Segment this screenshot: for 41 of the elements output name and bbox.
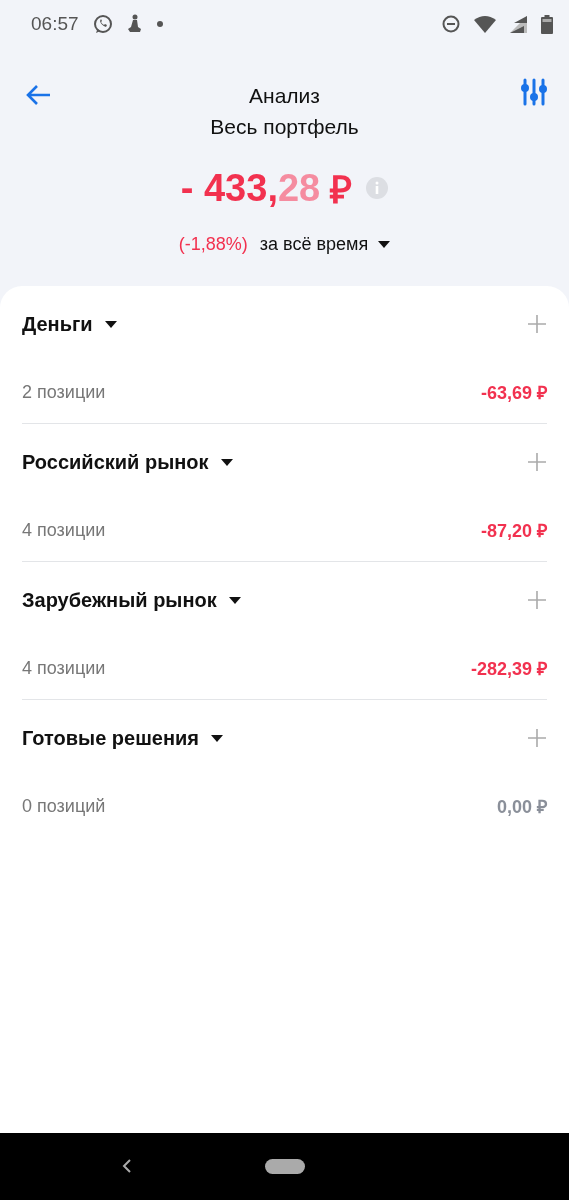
caret-icon bbox=[211, 734, 224, 742]
group-value: -282,39 ₽ bbox=[470, 658, 547, 680]
dot-icon bbox=[156, 21, 163, 27]
group-value: -87,20 ₽ bbox=[480, 520, 547, 542]
group-value: 0,00 ₽ bbox=[496, 796, 547, 818]
group-value: -63,69 ₽ bbox=[480, 382, 547, 404]
add-icon[interactable] bbox=[527, 314, 547, 334]
add-icon[interactable] bbox=[527, 728, 547, 748]
group-dropdown[interactable]: Готовые решения bbox=[22, 726, 224, 750]
home-pill-icon[interactable] bbox=[265, 1159, 305, 1174]
caret-icon bbox=[220, 458, 233, 466]
total-amount: - 433, bbox=[180, 166, 278, 210]
filter-sliders-icon[interactable] bbox=[521, 78, 547, 106]
caret-icon bbox=[378, 241, 391, 248]
positions-count: 4 позиции bbox=[22, 657, 106, 679]
group-dropdown[interactable]: Российский рынок bbox=[22, 450, 233, 474]
back-arrow-icon[interactable] bbox=[25, 84, 51, 106]
add-icon[interactable] bbox=[527, 590, 547, 610]
wifi-icon bbox=[474, 15, 496, 33]
group-dropdown[interactable]: Деньги bbox=[22, 312, 117, 336]
screen-title: Анализ bbox=[249, 84, 320, 108]
figure-icon bbox=[126, 14, 143, 34]
signal-icon bbox=[510, 15, 527, 33]
positions-count: 0 позиций bbox=[22, 795, 106, 817]
total-fraction: 28 bbox=[277, 166, 321, 210]
battery-icon bbox=[541, 14, 553, 34]
group-dropdown[interactable]: Зарубежный рынок bbox=[22, 588, 241, 612]
change-percent: (-1,88%) bbox=[178, 234, 248, 255]
positions-count: 2 позиции bbox=[22, 381, 106, 403]
caret-icon bbox=[228, 596, 241, 604]
back-nav-icon[interactable] bbox=[122, 1159, 132, 1173]
positions-count: 4 позиции bbox=[22, 519, 106, 541]
screen-subtitle: Весь портфель bbox=[210, 114, 359, 140]
chat-icon bbox=[92, 14, 113, 34]
caret-icon bbox=[104, 320, 117, 328]
info-icon[interactable] bbox=[366, 177, 389, 199]
period-dropdown[interactable]: за всё время bbox=[259, 234, 391, 255]
currency-sign: ₽ bbox=[330, 168, 353, 213]
do-not-disturb-icon bbox=[442, 15, 460, 33]
add-icon[interactable] bbox=[527, 452, 547, 472]
clock: 06:57 bbox=[31, 13, 79, 35]
